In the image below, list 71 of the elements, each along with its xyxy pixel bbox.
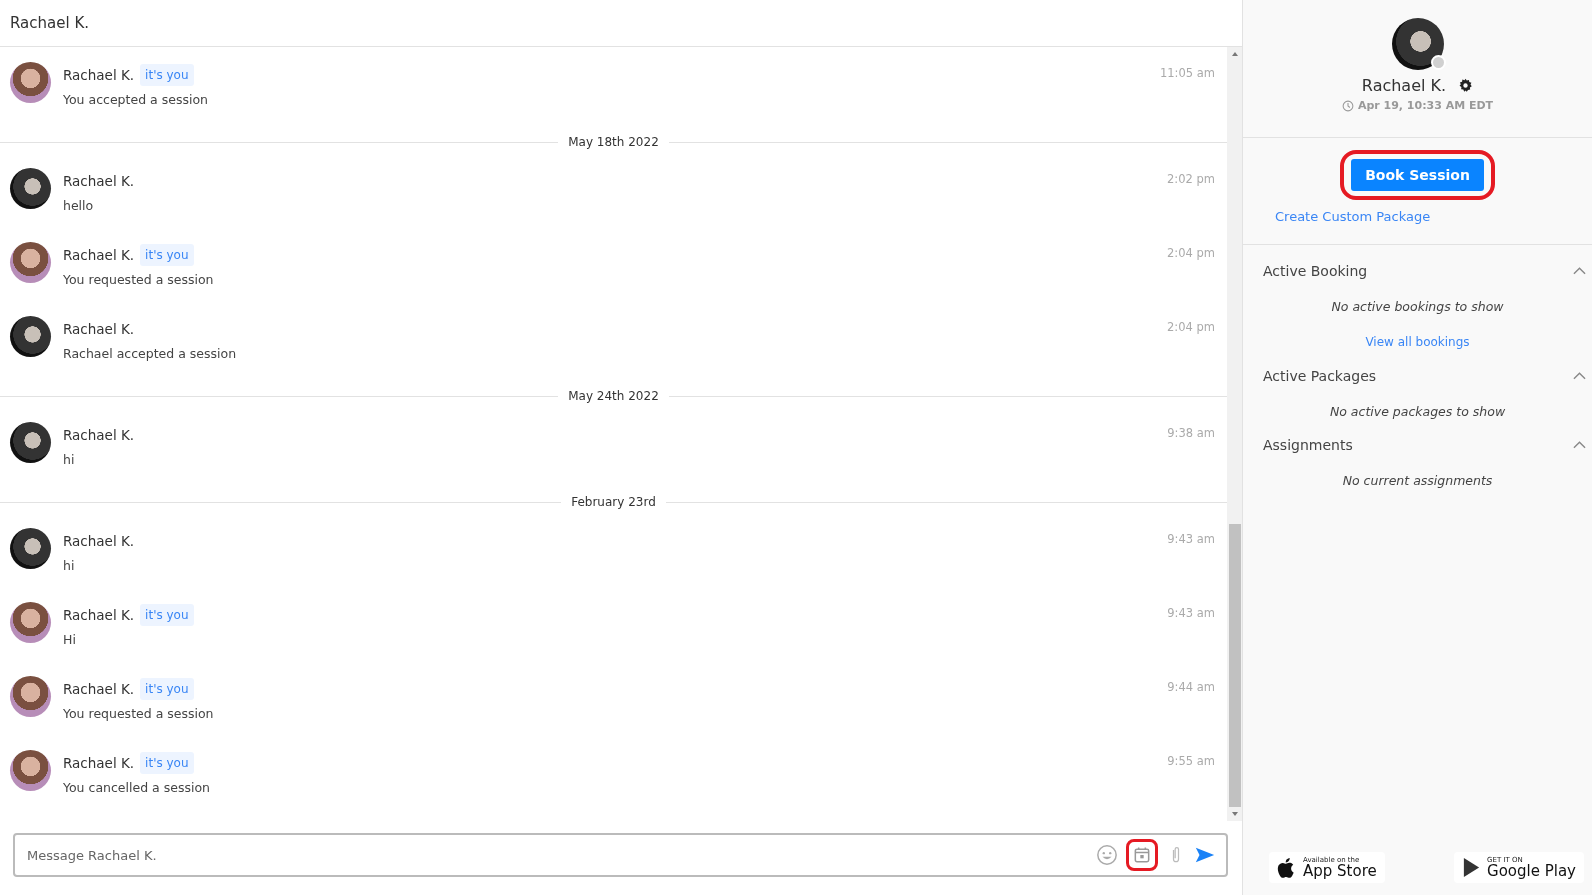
message-time: 11:05 am — [1159, 66, 1215, 80]
play-icon — [1462, 857, 1482, 878]
avatar — [10, 242, 51, 283]
message-text: hello — [63, 198, 95, 213]
calendar-icon — [1132, 845, 1152, 865]
emoji-icon[interactable] — [1096, 844, 1118, 866]
sender-name: Rachael K. — [63, 66, 135, 83]
you-badge: it's you — [140, 677, 194, 700]
sender-name: Rachael K. — [63, 606, 135, 623]
avatar — [10, 676, 51, 717]
profile-name: Rachael K. — [1361, 76, 1447, 95]
section-title: Active Packages — [1263, 368, 1377, 384]
create-custom-package-link[interactable]: Create Custom Package — [1275, 209, 1431, 224]
sender-name: Rachael K. — [63, 172, 135, 189]
sender-name: Rachael K. — [63, 754, 135, 771]
avatar — [10, 602, 51, 643]
message-text: Hi — [63, 632, 77, 647]
chevron-up-icon[interactable] — [1573, 441, 1586, 449]
scroll-up-icon[interactable] — [1230, 51, 1239, 57]
message-field[interactable]: Message Rachael K. — [13, 833, 1228, 877]
chevron-up-icon[interactable] — [1573, 372, 1586, 380]
avatar — [10, 750, 51, 791]
you-badge: it's you — [140, 603, 194, 626]
section-title: Assignments — [1263, 437, 1353, 453]
empty-state-text: No active bookings to show — [1330, 299, 1505, 314]
empty-state-text: No current assignments — [1341, 473, 1494, 488]
section-title: Active Booking — [1263, 263, 1368, 279]
profile-avatar — [1391, 18, 1444, 70]
view-all-bookings-link[interactable]: View all bookings — [1365, 335, 1470, 349]
sender-name: Rachael K. — [63, 680, 135, 697]
avatar — [10, 62, 51, 103]
calendar-button[interactable] — [1126, 839, 1158, 871]
scrollbar[interactable] — [1227, 47, 1242, 821]
scroll-down-icon[interactable] — [1230, 811, 1239, 817]
message-text: hi — [63, 452, 76, 467]
message-time: 9:38 am — [1167, 426, 1215, 440]
avatar — [10, 316, 51, 357]
message-text: You requested a session — [63, 272, 215, 287]
sender-name: Rachael K. — [63, 246, 135, 263]
empty-state-text: No active packages to show — [1328, 404, 1507, 419]
message-text: You cancelled a session — [63, 780, 211, 795]
message-time: 9:44 am — [1167, 680, 1215, 694]
conversation-title: Rachael K. — [10, 14, 89, 32]
settings-icon[interactable] — [1458, 78, 1474, 93]
message-input[interactable]: Message Rachael K. — [25, 846, 1088, 864]
message-text: You requested a session — [63, 706, 215, 721]
message-text: You accepted a session — [63, 92, 209, 107]
message-text: Rachael accepted a session — [63, 346, 238, 361]
sender-name: Rachael K. — [63, 426, 135, 443]
you-badge: it's you — [140, 243, 194, 266]
you-badge: it's you — [140, 751, 194, 774]
sender-name: Rachael K. — [63, 532, 135, 549]
message-time: 2:02 pm — [1167, 172, 1215, 186]
avatar — [10, 528, 51, 569]
avatar — [10, 422, 51, 463]
store-name: App Store — [1303, 863, 1377, 879]
clock-icon — [1341, 99, 1354, 112]
avatar — [10, 168, 51, 209]
store-name: Google Play — [1487, 863, 1576, 879]
message-time: 2:04 pm — [1167, 320, 1215, 334]
chevron-up-icon[interactable] — [1573, 267, 1586, 275]
local-time: Apr 19, 10:33 AM EDT — [1357, 99, 1494, 112]
message-time: 9:43 am — [1167, 532, 1215, 546]
message-text: hi — [63, 558, 76, 573]
message-time: 2:04 pm — [1167, 246, 1215, 260]
you-badge: it's you — [140, 63, 194, 86]
message-time: 9:43 am — [1167, 606, 1215, 620]
book-session-button[interactable]: Book Session — [1351, 159, 1484, 191]
sender-name: Rachael K. — [63, 320, 135, 337]
scrollbar-thumb[interactable] — [1228, 523, 1241, 807]
message-time: 9:55 am — [1167, 754, 1215, 768]
